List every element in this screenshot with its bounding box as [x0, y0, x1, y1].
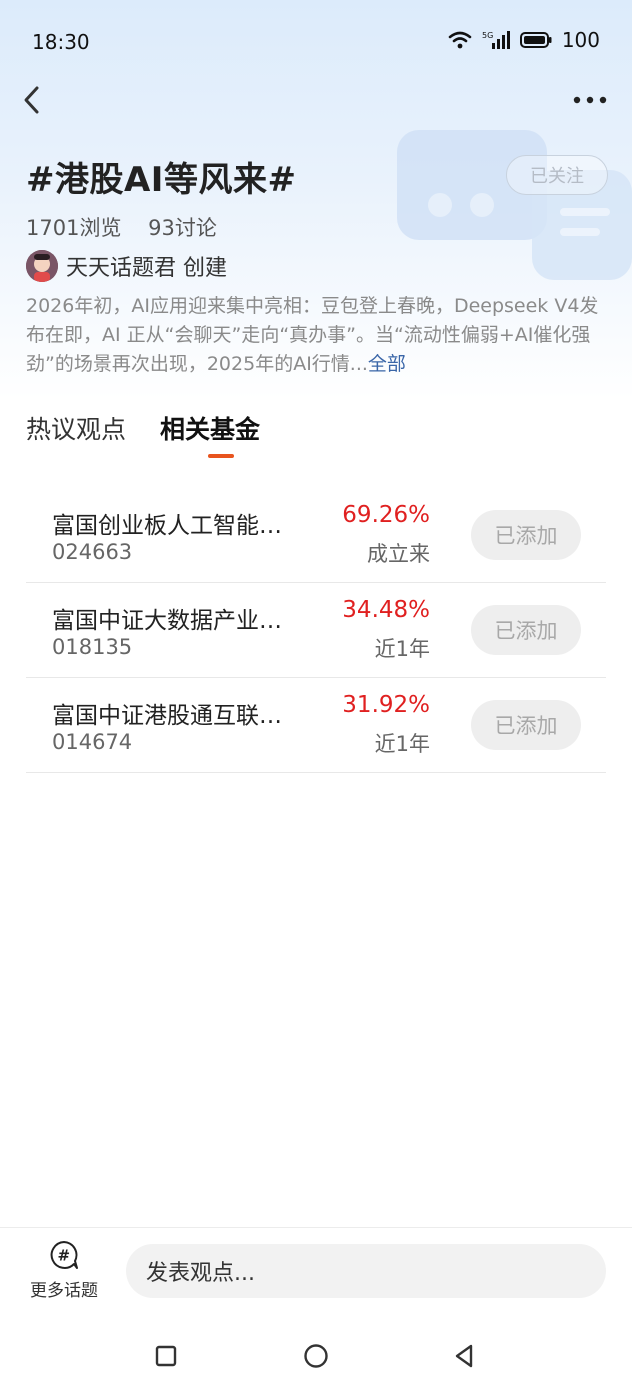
comment-placeholder: 发表观点...	[146, 1261, 255, 1286]
svg-text:#: #	[58, 1247, 71, 1265]
fund-added-button[interactable]: 已添加	[471, 700, 581, 750]
more-options-button[interactable]	[570, 84, 610, 116]
fund-row[interactable]: 富国中证港股通互联… 014674 31.92% 近1年 已添加	[26, 678, 606, 773]
creator-avatar[interactable]	[26, 250, 58, 282]
fund-return: 31.92%	[342, 692, 430, 718]
triangle-back-icon	[455, 1344, 473, 1368]
more-topics-label: 更多话题	[30, 1281, 98, 1301]
chat-bubbles-decoration	[397, 130, 632, 280]
avatar-illustration	[26, 250, 58, 282]
creator-name: 天天话题君 创建	[66, 256, 227, 281]
fund-row[interactable]: 富国中证大数据产业… 018135 34.48% 近1年 已添加	[26, 583, 606, 678]
tab-related-funds[interactable]: 相关基金	[160, 410, 260, 446]
cellular-signal-icon: 5G	[482, 31, 510, 49]
back-arrow-icon	[24, 86, 39, 114]
fund-added-button[interactable]: 已添加	[471, 510, 581, 560]
network-type-label: 5G	[482, 31, 493, 40]
view-count: 1701浏览	[26, 216, 122, 240]
expand-description-link[interactable]: 全部	[368, 353, 406, 375]
topic-description: 2026年初，AI应用迎来集中亮相：豆包登上春晚，Deepseek V4发布在即…	[26, 292, 606, 379]
fund-list: 富国创业板人工智能… 024663 69.26% 成立来 已添加 富国中证大数据…	[26, 488, 606, 773]
fund-code: 024663	[52, 540, 133, 564]
wifi-icon	[448, 31, 472, 49]
fund-name: 富国中证港股通互联…	[52, 703, 282, 729]
status-bar: 18:30 5G 100	[0, 0, 632, 86]
status-time: 18:30	[32, 30, 90, 54]
fund-return: 34.48%	[342, 597, 430, 623]
more-topics-button[interactable]: # 更多话题	[22, 1240, 106, 1301]
back-button[interactable]	[14, 82, 50, 118]
fund-row[interactable]: 富国创业板人工智能… 024663 69.26% 成立来 已添加	[26, 488, 606, 583]
status-icons: 5G 100	[448, 28, 600, 52]
system-back-button[interactable]	[446, 1338, 482, 1374]
fund-return-period: 近1年	[374, 637, 430, 661]
circle-icon	[304, 1344, 328, 1368]
fund-return-period: 成立来	[367, 542, 430, 566]
topic-stats: 1701浏览 93讨论	[26, 212, 237, 242]
fund-name: 富国创业板人工智能…	[52, 513, 282, 539]
recent-apps-button[interactable]	[148, 1338, 184, 1374]
battery-level: 100	[561, 28, 600, 52]
fund-code: 014674	[52, 730, 133, 754]
more-dots-icon	[573, 96, 607, 104]
fund-code: 018135	[52, 635, 133, 659]
bottom-action-bar: # 更多话题 发表观点...	[0, 1227, 632, 1318]
system-navigation-bar	[0, 1318, 632, 1390]
tab-bar: 热议观点 相关基金	[26, 410, 260, 446]
fund-return: 69.26%	[342, 502, 430, 528]
description-text: 2026年初，AI应用迎来集中亮相：豆包登上春晚，Deepseek V4发布在即…	[26, 295, 599, 375]
discussion-count: 93讨论	[148, 216, 217, 240]
square-icon	[155, 1345, 177, 1367]
fund-added-button[interactable]: 已添加	[471, 605, 581, 655]
topic-title: #港股AI等风来#	[26, 160, 297, 200]
fund-return-period: 近1年	[374, 732, 430, 756]
home-button[interactable]	[298, 1338, 334, 1374]
comment-input[interactable]: 发表观点...	[126, 1244, 606, 1298]
fund-name: 富国中证大数据产业…	[52, 608, 282, 634]
hashtag-bubble-icon: #	[50, 1241, 78, 1269]
tab-hot-opinions[interactable]: 热议观点	[26, 410, 126, 446]
active-tab-indicator	[208, 454, 234, 458]
follow-button[interactable]: 已关注	[506, 155, 608, 195]
creator-info[interactable]: 天天话题君 创建	[26, 250, 227, 282]
battery-icon	[519, 32, 552, 48]
